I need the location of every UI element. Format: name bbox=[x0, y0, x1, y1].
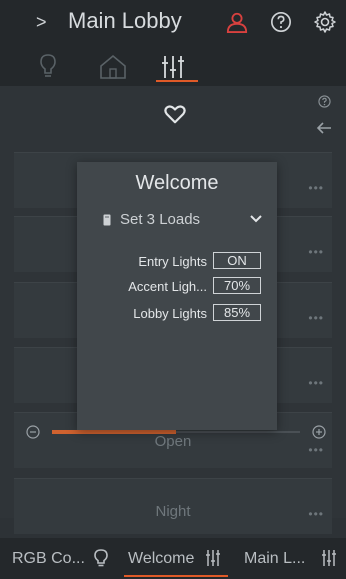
favorite-heart-icon[interactable] bbox=[164, 103, 186, 125]
bottom-tab-label: Welcome bbox=[128, 550, 195, 567]
load-value[interactable]: 70% bbox=[213, 277, 261, 294]
scene-popup: Welcome Set 3 Loads Entry Lights ON Acce… bbox=[77, 162, 277, 430]
section-tabs bbox=[0, 44, 346, 86]
load-set-selector[interactable]: Set 3 Loads bbox=[120, 211, 200, 228]
bottom-tab-main-lobby[interactable]: Main L... bbox=[236, 538, 346, 579]
load-name: Entry Lights bbox=[138, 254, 207, 269]
chevron-down-icon[interactable] bbox=[249, 214, 263, 224]
load-row: Accent Ligh... 70% bbox=[77, 276, 277, 296]
load-row: Lobby Lights 85% bbox=[77, 303, 277, 323]
user-icon[interactable] bbox=[226, 11, 248, 33]
more-options-icon[interactable]: ••• bbox=[308, 181, 324, 195]
load-row: Entry Lights ON bbox=[77, 251, 277, 271]
load-value[interactable]: ON bbox=[213, 252, 261, 269]
back-arrow-icon[interactable] bbox=[316, 121, 332, 135]
help-small-icon[interactable] bbox=[318, 95, 331, 108]
scene-label: Open bbox=[154, 433, 192, 450]
top-bar: > Main Lobby bbox=[0, 0, 346, 44]
bottom-tab-label: RGB Co... bbox=[12, 550, 85, 567]
sliders-icon[interactable] bbox=[158, 52, 188, 80]
help-icon[interactable] bbox=[270, 11, 292, 33]
load-name: Lobby Lights bbox=[133, 306, 207, 321]
lightbulb-icon bbox=[94, 549, 108, 567]
sliders-icon bbox=[206, 550, 220, 566]
load-value[interactable]: 85% bbox=[213, 304, 261, 321]
home-icon[interactable] bbox=[98, 52, 128, 80]
increase-icon[interactable] bbox=[312, 425, 326, 439]
page-title: Main Lobby bbox=[68, 8, 182, 33]
device-icon bbox=[103, 214, 111, 226]
level-slider-fill[interactable] bbox=[52, 430, 176, 434]
scene-row[interactable]: Night ••• bbox=[14, 478, 332, 534]
more-options-icon[interactable]: ••• bbox=[308, 376, 324, 390]
bottom-tab-bar: RGB Co... Welcome Main L... bbox=[0, 538, 346, 579]
decrease-icon[interactable] bbox=[26, 425, 40, 439]
popup-title: Welcome bbox=[135, 172, 219, 194]
more-options-icon[interactable]: ••• bbox=[308, 443, 324, 457]
sliders-icon bbox=[322, 550, 336, 566]
scene-label: Night bbox=[155, 503, 191, 520]
active-tab-indicator bbox=[156, 80, 198, 82]
gear-icon[interactable] bbox=[313, 10, 337, 34]
active-bottom-tab-indicator bbox=[124, 575, 228, 577]
expand-chevron[interactable]: > bbox=[36, 12, 47, 33]
more-options-icon[interactable]: ••• bbox=[308, 311, 324, 325]
bottom-tab-welcome[interactable]: Welcome bbox=[118, 538, 236, 579]
bottom-tab-label: Main L... bbox=[244, 550, 306, 567]
load-name: Accent Ligh... bbox=[128, 279, 207, 294]
more-options-icon[interactable]: ••• bbox=[308, 507, 324, 521]
more-options-icon[interactable]: ••• bbox=[308, 245, 324, 259]
bottom-tab-rgb[interactable]: RGB Co... bbox=[0, 538, 118, 579]
lightbulb-icon[interactable] bbox=[33, 52, 63, 80]
